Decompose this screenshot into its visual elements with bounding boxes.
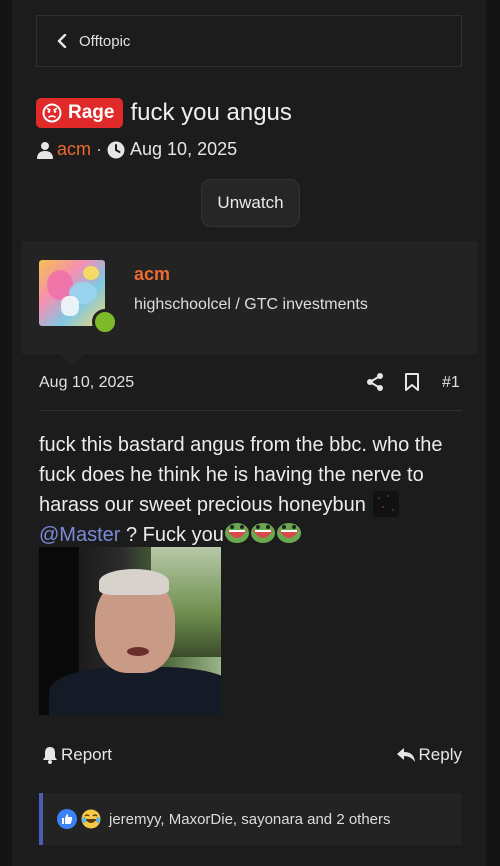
bell-icon [43,747,57,764]
emoji-image [373,491,400,517]
chevron-left-icon [57,34,67,48]
bookmark-icon[interactable] [403,372,421,392]
user-icon [37,141,53,159]
prefix-badge[interactable]: Rage [36,98,124,128]
post-content: fuck this bastard angus from the bbc. wh… [39,430,449,550]
laughing-face-icon [250,523,275,543]
divider [39,410,462,411]
message-username[interactable]: acm [134,264,170,285]
thread-author-link[interactable]: acm [57,139,91,160]
post-image[interactable] [39,547,221,715]
breadcrumb-label: Offtopic [79,32,131,50]
reply-label: Reply [418,745,462,764]
laughing-face-icon [276,523,301,543]
thread-title-row: Rage fuck you angus [36,98,292,128]
post-date[interactable]: Aug 10, 2025 [39,374,134,392]
reply-button[interactable]: Reply [396,745,462,765]
meta-separator: · [96,139,103,159]
prefix-label: Rage [68,102,115,123]
user-mention-link[interactable]: @Master [39,524,120,546]
thread-meta: acm · Aug 10, 2025 [36,139,237,160]
user-block-arrow [60,354,84,366]
post-actions: Report Reply [42,745,462,769]
unwatch-button[interactable]: Unwatch [201,179,300,227]
share-icon[interactable] [365,372,385,392]
report-label: Report [61,745,113,764]
breadcrumb[interactable]: Offtopic [36,15,462,67]
laughing-face-icon [81,809,101,829]
clock-icon [107,141,125,158]
reactions-bar[interactable]: jeremyy, MaxorDie, sayonara and 2 others [39,793,462,845]
reactions-list-link[interactable]: jeremyy, MaxorDie, sayonara and 2 others [109,811,391,828]
online-status-indicator [92,309,118,335]
laughing-face-icon [224,523,249,543]
angry-face-icon [42,103,62,123]
page: Offtopic Rage fuck you angus acm · Aug 1… [12,0,486,866]
message-user-title: highschoolcel / GTC investments [134,296,368,313]
report-button[interactable]: Report [42,745,112,765]
reply-icon [396,748,415,762]
post-number[interactable]: #1 [442,374,460,392]
post-text-line2: ? Fuck you [126,524,224,546]
thread-date[interactable]: Aug 10, 2025 [130,139,237,160]
thumbs-up-icon [57,809,77,829]
post-header: Aug 10, 2025 #1 [39,372,463,394]
message-user-block: acm highschoolcel / GTC investments [22,241,478,354]
page-title: fuck you angus [130,99,292,126]
